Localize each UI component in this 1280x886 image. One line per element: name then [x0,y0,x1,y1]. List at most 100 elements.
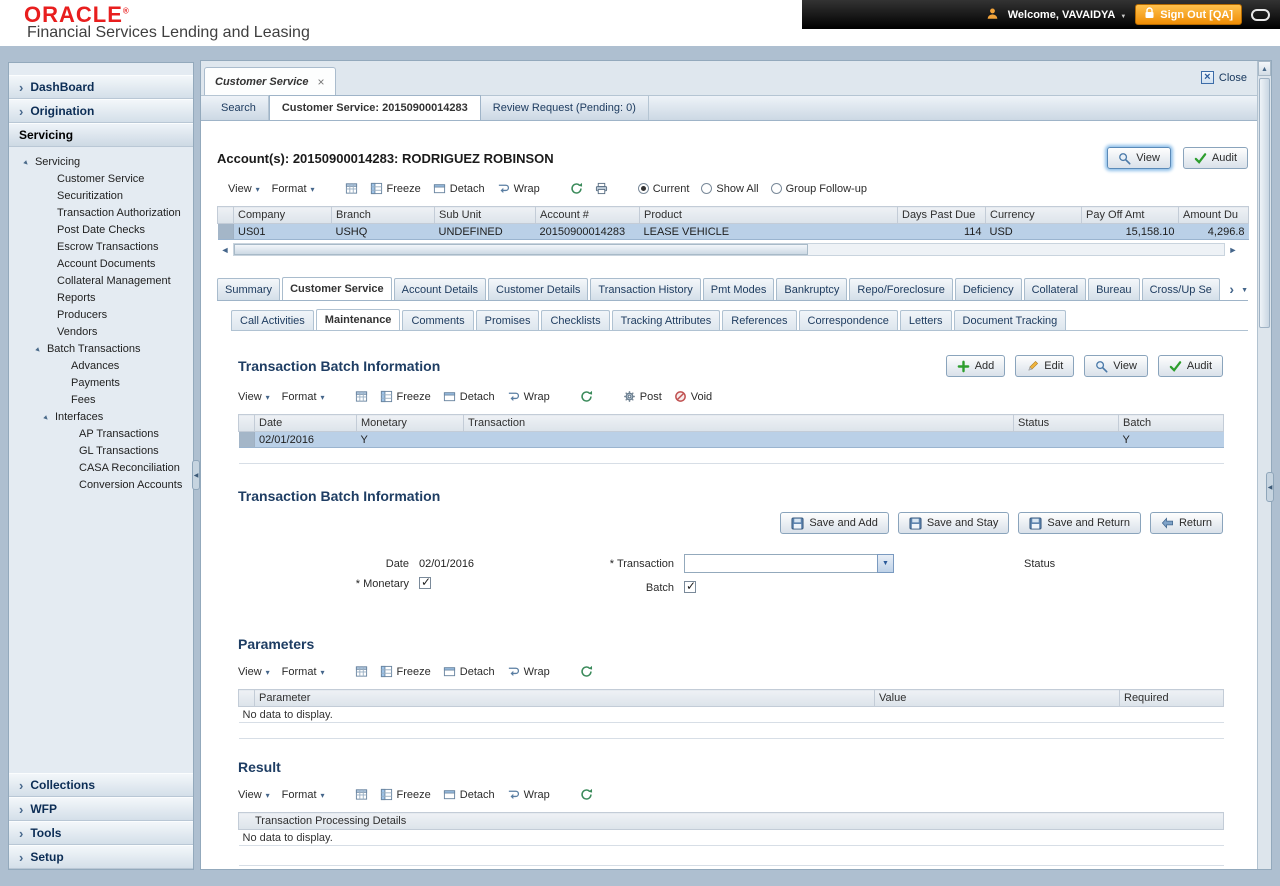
tree-item-vendors[interactable]: Vendors [9,323,193,340]
subtab-letters[interactable]: Letters [899,310,952,330]
batch-grid-row[interactable]: 02/01/2016 Y Y [238,431,1224,448]
combo-dropdown-icon[interactable] [877,554,894,573]
column-header-required[interactable]: Required [1119,689,1224,707]
tab-pmt-modes[interactable]: Pmt Modes [702,278,775,300]
detach-button[interactable]: Detach [433,182,485,195]
column-header-status[interactable]: Status [1013,414,1119,432]
column-header-transaction[interactable]: Transaction [463,414,1014,432]
wrap-button[interactable]: Wrap [507,665,550,678]
wrap-button[interactable]: Wrap [507,788,550,801]
audit-button[interactable]: Audit [1182,147,1248,169]
tab-collateral[interactable]: Collateral [1023,278,1087,300]
freeze-button[interactable]: Freeze [380,390,431,403]
refresh-icon[interactable] [570,182,583,195]
column-header-product[interactable]: Product [639,206,898,224]
batch-checkbox[interactable] [684,579,696,593]
detach-button[interactable]: Detach [443,665,495,678]
subtab-promises[interactable]: Promises [475,310,540,330]
format-menu-button[interactable]: Format [282,789,325,801]
tree-item-casa-reconciliation[interactable]: CASA Reconciliation [9,459,193,476]
tab-list-menu-icon[interactable] [1241,283,1248,295]
row-selector-cell[interactable] [217,223,234,240]
column-header-currency[interactable]: Currency [985,206,1082,224]
batch-audit-button[interactable]: Audit [1157,355,1223,377]
transaction-input[interactable] [684,554,877,573]
edit-button[interactable]: Edit [1015,355,1075,377]
print-icon[interactable] [595,182,608,195]
detach-button[interactable]: Detach [443,788,495,801]
tree-item-account-documents[interactable]: Account Documents [9,255,193,272]
column-header-monetary[interactable]: Monetary [356,414,464,432]
return-button[interactable]: Return [1149,512,1223,534]
subtab-comments[interactable]: Comments [402,310,474,330]
sidebar-item-collections[interactable]: Collections [9,773,193,797]
detach-button[interactable]: Detach [443,390,495,403]
post-button[interactable]: Post [623,390,662,403]
view-button[interactable]: View [1107,147,1171,169]
tab-account-details[interactable]: Account Details [393,278,487,300]
column-header-branch[interactable]: Branch [331,206,435,224]
column-header-date[interactable]: Date [254,414,357,432]
tab-search[interactable]: Search [209,95,269,120]
scroll-right-arrow[interactable] [1225,242,1241,257]
column-header-amount-due[interactable]: Amount Du [1178,206,1249,224]
tab-summary[interactable]: Summary [217,278,281,300]
subtab-document-tracking[interactable]: Document Tracking [953,310,1067,330]
sidebar-item-tools[interactable]: Tools [9,821,193,845]
sidebar-item-servicing[interactable]: Servicing [9,123,193,147]
tab-review-request[interactable]: Review Request (Pending: 0) [481,95,649,120]
view-menu-button[interactable]: View [238,666,270,678]
tree-item-escrow-transactions[interactable]: Escrow Transactions [9,238,193,255]
column-header-batch[interactable]: Batch [1118,414,1224,432]
row-selector-cell[interactable] [238,431,255,448]
tree-node-servicing[interactable]: Servicing [9,153,193,170]
tree-item-fees[interactable]: Fees [9,391,193,408]
subtab-tracking-attributes[interactable]: Tracking Attributes [611,310,721,330]
tree-item-producers[interactable]: Producers [9,306,193,323]
subtab-correspondence[interactable]: Correspondence [798,310,898,330]
column-header-sub-unit[interactable]: Sub Unit [434,206,536,224]
column-header-transaction-processing-details[interactable]: Transaction Processing Details [238,812,1224,830]
view-menu-button[interactable]: View [238,789,270,801]
column-header-account-number[interactable]: Account # [535,206,640,224]
filter-group-follow-up-radio[interactable]: Group Follow-up [770,183,867,195]
format-menu-button[interactable]: Format [282,666,325,678]
tab-customer-service-main[interactable]: Customer Service [282,277,392,300]
add-button[interactable]: Add [945,355,1006,377]
column-header-company[interactable]: Company [233,206,332,224]
save-and-stay-button[interactable]: Save and Stay [897,512,1010,534]
refresh-icon[interactable] [580,390,593,403]
vertical-scrollbar[interactable] [1257,61,1271,869]
tree-item-reports[interactable]: Reports [9,289,193,306]
format-menu-button[interactable]: Format [282,391,325,403]
tree-item-payments[interactable]: Payments [9,374,193,391]
tab-defici​ency[interactable]: Deficiency [954,278,1022,300]
tab-cross-up-sell[interactable]: Cross/Up Se [1141,278,1220,300]
window-tab-customer-service[interactable]: Customer Service [204,67,336,95]
subtab-references[interactable]: References [722,310,797,330]
save-and-return-button[interactable]: Save and Return [1018,512,1141,534]
sidebar-item-setup[interactable]: Setup [9,845,193,869]
subtab-checklists[interactable]: Checklists [541,310,610,330]
column-header-value[interactable]: Value [874,689,1120,707]
tree-item-conversion-accounts[interactable]: Conversion Accounts [9,476,193,493]
view-menu-button[interactable]: View [238,391,270,403]
export-table-icon[interactable] [355,788,368,801]
tree-item-ap-transactions[interactable]: AP Transactions [9,425,193,442]
column-header-days-past-due[interactable]: Days Past Due [897,206,986,224]
monetary-checkbox[interactable] [419,575,431,589]
account-grid-row[interactable]: US01 USHQ UNDEFINED 20150900014283 LEASE… [217,223,1249,240]
tree-item-collateral-management[interactable]: Collateral Management [9,272,193,289]
scroll-left-arrow[interactable] [217,242,233,257]
tab-transaction-history[interactable]: Transaction History [590,278,701,300]
column-header-parameter[interactable]: Parameter [254,689,875,707]
sign-out-button[interactable]: Sign Out [QA] [1135,4,1242,25]
tab-customer-details[interactable]: Customer Details [488,278,589,300]
welcome-user-menu[interactable]: Welcome, VAVAIDYA [1008,9,1127,21]
subtab-maintenance[interactable]: Maintenance [315,309,401,330]
freeze-button[interactable]: Freeze [380,788,431,801]
tab-scroll-right-icon[interactable] [1229,281,1234,297]
batch-view-button[interactable]: View [1084,355,1148,377]
wrap-button[interactable]: Wrap [507,390,550,403]
freeze-button[interactable]: Freeze [380,665,431,678]
